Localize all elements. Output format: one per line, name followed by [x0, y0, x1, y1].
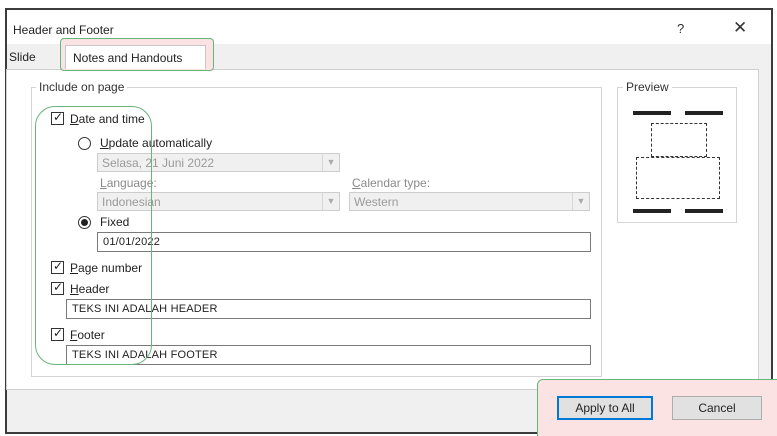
preview-top-left-bar	[633, 111, 671, 115]
preview-top-right-bar	[685, 111, 723, 115]
preview-body-box	[636, 157, 720, 199]
footer-checkbox[interactable]: ✓	[51, 326, 64, 341]
check-icon: ✓	[53, 326, 64, 340]
auto-date-select[interactable]: Selasa, 21 Juni 2022 ▼	[97, 153, 340, 172]
header-label: Header	[70, 282, 110, 296]
date-time-label: Date and time	[70, 112, 145, 126]
page-number-label: Page number	[70, 261, 143, 275]
check-icon: ✓	[53, 280, 64, 294]
header-text-input[interactable]: TEKS INI ADALAH HEADER	[66, 299, 591, 319]
preview-legend: Preview	[623, 80, 672, 94]
footer-label: Footer	[70, 328, 105, 342]
help-button[interactable]: ?	[677, 21, 684, 36]
chevron-down-icon: ▼	[322, 154, 339, 171]
update-automatically-radio[interactable]	[78, 137, 91, 150]
header-text-value: TEKS INI ADALAH HEADER	[72, 303, 218, 315]
fixed-date-value: 01/01/2022	[103, 236, 161, 248]
date-time-checkbox[interactable]: ✓	[51, 110, 64, 125]
language-label: Language:	[100, 176, 157, 190]
auto-date-value: Selasa, 21 Juni 2022	[102, 156, 215, 170]
fixed-label: Fixed	[100, 215, 130, 229]
tab-notes-and-handouts[interactable]: Notes and Handouts	[65, 45, 206, 69]
calendar-type-label: Calendar type:	[352, 176, 431, 190]
preview-thumbnail	[631, 109, 726, 215]
check-icon: ✓	[53, 259, 64, 273]
include-on-page-legend: Include on page	[36, 80, 128, 94]
preview-bottom-left-bar	[633, 209, 671, 213]
preview-bottom-right-bar	[685, 209, 723, 213]
language-value: Indonesian	[102, 195, 161, 209]
page-number-checkbox[interactable]: ✓	[51, 259, 64, 274]
apply-to-all-button[interactable]: Apply to All	[557, 396, 653, 420]
tab-notes-handouts-highlight: Notes and Handouts	[60, 38, 214, 71]
calendar-type-value: Western	[354, 195, 399, 209]
footer-text-input[interactable]: TEKS INI ADALAH FOOTER	[66, 345, 591, 365]
dialog-title: Header and Footer	[13, 23, 114, 37]
preview-header-box	[651, 123, 707, 157]
check-icon: ✓	[53, 110, 64, 124]
radio-selected-dot	[81, 219, 88, 226]
update-automatically-label: Update automatically	[100, 136, 213, 150]
chevron-down-icon: ▼	[572, 193, 589, 210]
language-select[interactable]: Indonesian ▼	[97, 192, 340, 211]
calendar-type-select[interactable]: Western ▼	[349, 192, 590, 211]
fixed-date-input[interactable]: 01/01/2022	[97, 232, 591, 252]
fixed-radio[interactable]	[78, 216, 91, 229]
footer-text-value: TEKS INI ADALAH FOOTER	[72, 349, 218, 361]
cancel-button[interactable]: Cancel	[672, 396, 762, 420]
close-icon[interactable]: ✕	[733, 18, 747, 38]
tab-slide[interactable]: Slide	[6, 45, 64, 69]
chevron-down-icon: ▼	[322, 193, 339, 210]
header-checkbox[interactable]: ✓	[51, 280, 64, 295]
